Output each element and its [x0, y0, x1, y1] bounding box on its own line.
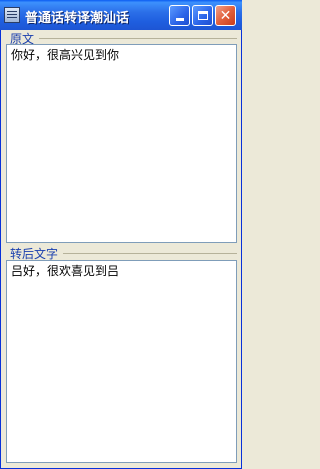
- maximize-button[interactable]: [192, 5, 213, 26]
- window-title: 普通话转译潮汕话: [25, 11, 130, 26]
- minimize-button[interactable]: [169, 5, 190, 26]
- source-text-area[interactable]: 你好，很高兴见到你: [6, 44, 237, 243]
- result-label-divider: [63, 253, 237, 254]
- result-text-area[interactable]: 吕好，很欢喜见到吕: [6, 260, 237, 463]
- maximize-icon: [197, 11, 208, 20]
- minimize-icon: [175, 18, 184, 21]
- close-button[interactable]: ✕: [215, 5, 236, 26]
- main-window: 普通话转译潮汕话 ✕ 原文 你好，很高兴见到你 转后文字 吕好，很欢喜见到吕: [0, 0, 242, 469]
- source-label-divider: [39, 38, 237, 39]
- close-icon: ✕: [219, 7, 232, 24]
- app-icon[interactable]: [4, 7, 20, 23]
- title-bar[interactable]: 普通话转译潮汕话 ✕: [0, 0, 242, 30]
